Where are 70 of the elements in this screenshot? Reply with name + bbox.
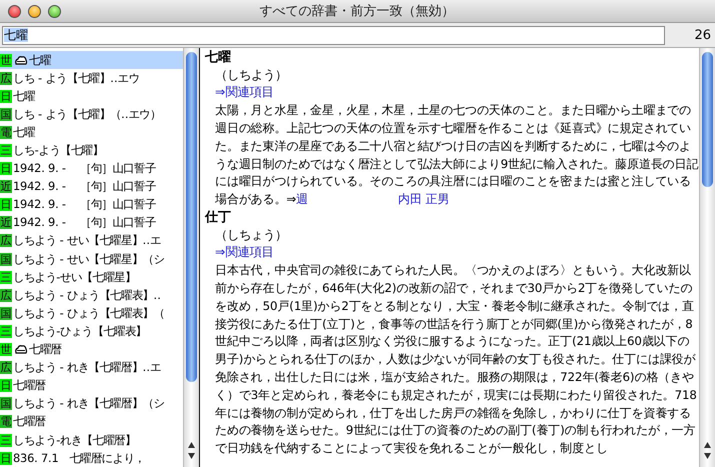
result-item[interactable]: 日 836. 7.1 七曜暦により， (0, 449, 184, 467)
dictionary-badge: 日 (0, 379, 12, 392)
dictionary-badge: 国 (0, 397, 12, 410)
entry-reading: （しちょう） (214, 226, 288, 244)
scroll-down-icon[interactable] (704, 453, 711, 459)
result-item[interactable]: 電七曜 (0, 123, 184, 142)
dictionary-badge: 近 (0, 216, 12, 230)
dictionary-badge: 世 (0, 343, 12, 356)
result-item[interactable]: 広 しちよう - せい【七曜星】‥エ (0, 232, 184, 250)
entry-text: 太陽，月と水星，金星，火星，木星，土星の七つの天体のこと。また日曜から土曜までの週日の総称。上記七つの天体の位置を示す七曜暦を作ることは《延喜式》に規定されていた。また東洋の星座である二十八宿と結びつけ日の吉凶を判断するために，七曜は今のような週日制のためではなく暦注として弘法大師により9世紀に輸入された。藤原道長の日記には曜日がつけられている。そのころの具注暦には日曜のことを密または蜜と注している場合がある。⇒週 内田 正男 (214, 102, 699, 208)
result-item[interactable]: 広 しち - よう【七曜】‥エウ (0, 69, 184, 88)
dictionary-badge: 日 (0, 198, 12, 212)
dictionary-badge: 日 (0, 452, 12, 465)
zoom-button[interactable] (48, 4, 61, 18)
related-items-link[interactable]: ⇒関連項目 (215, 85, 274, 100)
dictionary-badge: 電 (0, 126, 12, 139)
scrollbar[interactable] (183, 48, 199, 467)
dictionary-badge: 三 (0, 270, 12, 284)
result-item[interactable]: 三 しちよう‐せい【七曜星】 (0, 268, 184, 286)
entry-headword: 仕丁 (205, 208, 232, 227)
dictionary-badge: 国 (0, 252, 12, 266)
window-title: すべての辞書・前方一致（無効） (258, 3, 456, 20)
result-item[interactable]: 広 しちよう - ひょう【七曜表】‥ (0, 286, 184, 304)
related-items-link[interactable]: ⇒関連項目 (215, 245, 274, 260)
dictionary-badge: 広 (0, 234, 12, 248)
result-item[interactable]: 日 1942. 9. - ［句］山口誓子 (0, 160, 184, 178)
dictionary-badge: 三 (0, 324, 12, 338)
scroll-up-icon[interactable] (188, 442, 196, 448)
cross-reference-link[interactable]: 週 (296, 192, 308, 206)
scroll-thumb[interactable] (702, 52, 713, 187)
dictionary-badge: 世 (0, 54, 12, 67)
result-item[interactable]: 国 しちよう - れき【七曜暦】（シ (0, 394, 184, 413)
dictionary-badge: 広 (0, 72, 12, 85)
result-item[interactable]: 近 1942. 9. - ［句］山口誓子 (0, 214, 184, 232)
result-item[interactable]: 広 しちよう - れき【七曜暦】‥エ (0, 358, 184, 377)
dictionary-badge: 広 (0, 288, 12, 302)
result-item[interactable]: 三 しちよう‐れき【七曜暦】 (0, 430, 184, 450)
result-item[interactable]: 国 しち - よう【七曜】（‥エウ） (0, 105, 184, 124)
dictionary-badge: 日 (0, 90, 12, 103)
scroll-up-icon[interactable] (704, 442, 711, 448)
entry-reading: （しちよう） (214, 66, 288, 84)
result-count: 26 (693, 28, 712, 42)
author-name: 内田 正男 (398, 192, 450, 206)
dictionary-badge: 三 (0, 144, 12, 158)
dictionary-badge: 国 (0, 108, 12, 121)
minimize-button[interactable] (28, 4, 41, 18)
entry-text: 日本古代，中央官司の雑役にあてられた人民。〈つかえのよぼろ〉ともいう。大化改新以前から存在したが，646年(大化2)の改新の詔で，それまで30戸から2丁を徴発していたのを改め，50戸(1里)から2丁をとる制となり，大宝・養老令制に継承された。令制では，直接労役にあたる仕丁(立丁)と，食事等の世話を行う廝丁とが同郷(里)から徴発されたが，8世紀中ごろ以降，両者は区別なく労役に服するようになった。正丁(21歳以上60歳以下の男子)からとられる仕丁のほか，人数は少ないが同年齢の女丁も役された。仕丁には課役が免除され，出仕した日には米，塩が支給された。服務の期限は，722年(養老6)の格（きやく）で3年と定められ，養老令にも規定されたが，現実には長期にわたり留役された。718年には養物の制が定められ，仕丁を出した房戸の雑徭を免除し，かわりに仕丁を資養するための養物を送らせた。9世紀には仕丁の資養のための副丁(養丁)の制も行われたが，一方で日功銭を代納することによって実役を免れることが一般化し，制度とし (214, 262, 698, 458)
result-item[interactable]: 日 1942. 9. - ［句］山口誓子 (0, 196, 184, 214)
entry-headword: 七曜 (205, 49, 232, 67)
result-item[interactable]: 三 しち‐よう【七曜】 (0, 141, 184, 160)
dictionary-badge: 国 (0, 306, 12, 320)
scroll-down-icon[interactable] (188, 453, 196, 459)
result-item[interactable]: 国 しちよう - せい【七曜星】（シ (0, 250, 184, 268)
scroll-thumb[interactable] (186, 52, 197, 382)
result-item[interactable]: 電七曜暦 (0, 412, 184, 431)
dictionary-badge: 近 (0, 180, 12, 194)
result-item[interactable]: 世 七曜暦 (0, 340, 184, 359)
dictionary-badge: 広 (0, 361, 12, 374)
result-item[interactable]: 日 七曜 (0, 87, 184, 106)
result-item[interactable]: 国 しちよう - ひょう【七曜表】（ (0, 304, 184, 322)
scrollbar[interactable] (699, 48, 715, 467)
result-item[interactable]: 近 1942. 9. - ［句］山口誓子 (0, 178, 184, 196)
dictionary-badge: 三 (0, 434, 12, 447)
result-item[interactable]: 三 しちよう‐ひょう【七曜表】 (0, 322, 184, 340)
close-button[interactable] (8, 4, 21, 18)
dictionary-badge: 日 (0, 162, 12, 176)
search-field[interactable]: 七曜 (2, 26, 665, 44)
result-item[interactable]: 日 七曜暦 (0, 376, 184, 395)
dictionary-badge: 電 (0, 415, 12, 428)
result-item[interactable]: 世 七曜 (0, 51, 184, 70)
